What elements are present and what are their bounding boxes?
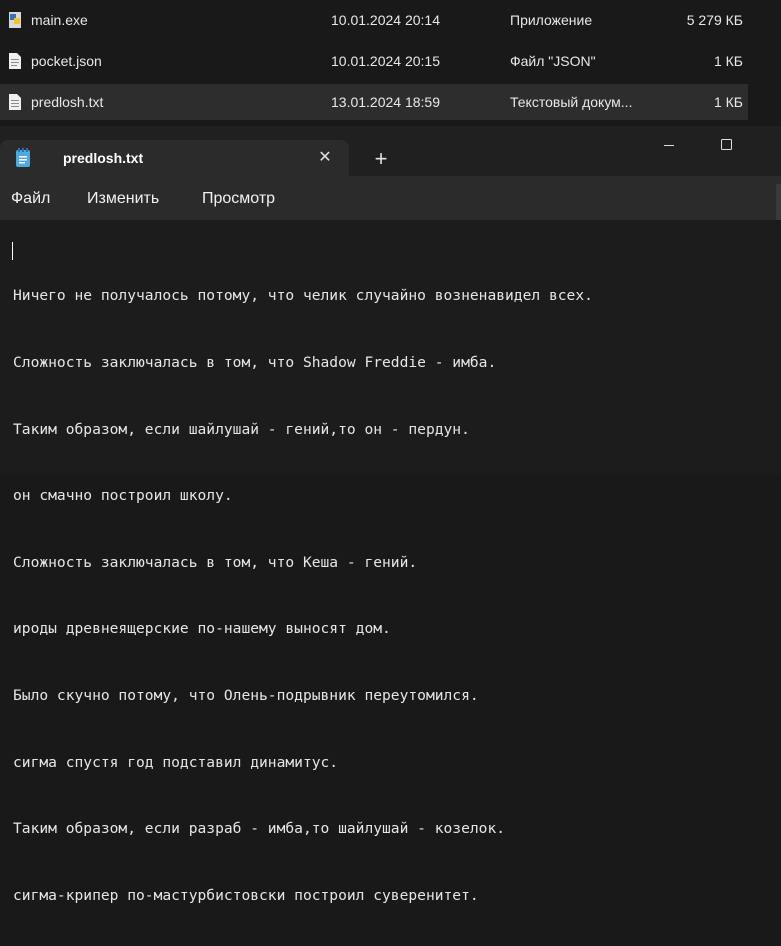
file-row-pocket-json[interactable]: pocket.json 10.01.2024 20:15 Файл "JSON"… <box>0 43 748 79</box>
tab-close-icon[interactable]: ✕ <box>313 146 337 170</box>
file-name: main.exe <box>31 12 88 28</box>
text-line: сигма спустя год подставил динамитус. <box>13 752 593 774</box>
new-tab-button[interactable]: + <box>368 146 394 172</box>
file-type: Приложение <box>510 12 592 28</box>
title-bar: predlosh.txt ✕ + <box>0 126 781 176</box>
file-size: 1 КБ <box>714 53 743 69</box>
file-size: 1 КБ <box>714 94 743 110</box>
minimize-button[interactable] <box>646 132 692 164</box>
text-editor[interactable]: Ничего не получалось потому, что челик с… <box>0 220 781 473</box>
file-name: predlosh.txt <box>31 94 103 110</box>
text-line: Таким образом, если шайлушай - гений,то … <box>13 419 593 441</box>
text-line: сигма-крипер по-мастурбистовски построил… <box>13 885 593 907</box>
menu-view[interactable]: Просмотр <box>202 190 275 208</box>
text-line: Сложность заключалась в том, что Кеша - … <box>13 552 593 574</box>
json-file-icon <box>8 52 22 70</box>
file-date: 10.01.2024 20:15 <box>331 53 440 69</box>
tab-predlosh[interactable]: predlosh.txt ✕ <box>0 140 349 176</box>
menu-edge <box>776 184 781 220</box>
text-line: Сложность заключалась в том, что Shadow … <box>13 352 593 374</box>
minimize-icon <box>646 132 692 164</box>
tab-title: predlosh.txt <box>63 150 143 166</box>
file-size: 5 279 КБ <box>687 12 743 28</box>
maximize-icon <box>704 132 750 164</box>
document-text[interactable]: Ничего не получалось потому, что челик с… <box>13 241 593 946</box>
text-line: Было скучно потому, что Олень-подрывник … <box>13 685 593 707</box>
exe-file-icon <box>8 11 22 29</box>
menu-bar: Файл Изменить Просмотр <box>0 176 781 220</box>
text-line: ироды древнеящерские по-нашему выносят д… <box>13 618 593 640</box>
file-date: 10.01.2024 20:14 <box>331 12 440 28</box>
text-file-icon <box>8 93 22 111</box>
close-icon <box>776 132 781 164</box>
menu-edit[interactable]: Изменить <box>87 190 159 208</box>
file-date: 13.01.2024 18:59 <box>331 94 440 110</box>
file-type: Текстовый докум... <box>510 94 632 110</box>
close-window-button[interactable] <box>762 132 781 164</box>
text-line: он смачно построил школу. <box>13 485 593 507</box>
file-explorer: main.exe 10.01.2024 20:14 Приложение 5 2… <box>0 0 781 126</box>
notepad-icon <box>14 148 32 168</box>
file-row-predlosh-txt[interactable]: predlosh.txt 13.01.2024 18:59 Текстовый … <box>0 84 748 120</box>
maximize-button[interactable] <box>704 132 750 164</box>
explorer-scroll-area <box>748 0 781 126</box>
text-line: Таким образом, если разраб - имба,то шай… <box>13 818 593 840</box>
file-row-main-exe[interactable]: main.exe 10.01.2024 20:14 Приложение 5 2… <box>0 2 748 38</box>
text-line: Ничего не получалось потому, что челик с… <box>13 285 593 307</box>
menu-file[interactable]: Файл <box>11 190 50 208</box>
file-type: Файл "JSON" <box>510 53 596 69</box>
notepad-window: predlosh.txt ✕ + Файл Изменить Просмотр <box>0 126 781 473</box>
file-name: pocket.json <box>31 53 102 69</box>
